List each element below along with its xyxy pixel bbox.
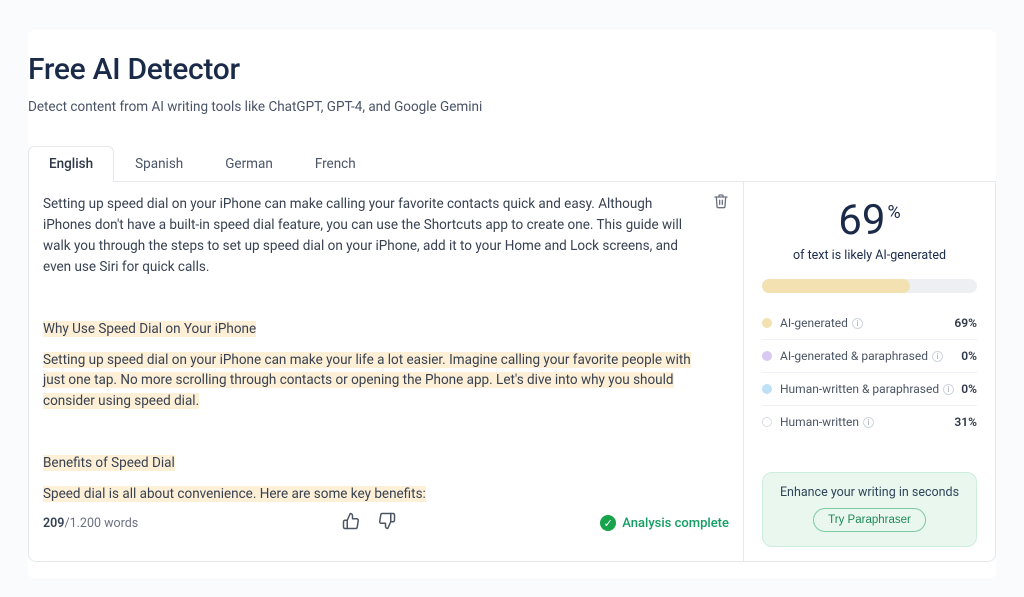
tab-french[interactable]: French	[294, 146, 377, 182]
legend-label: AI-generated & paraphrasedi	[780, 349, 961, 363]
info-icon[interactable]: i	[932, 351, 943, 362]
analysis-status: ✓ Analysis complete	[600, 515, 729, 531]
editor-paragraph: Benefits of Speed Dial	[43, 453, 703, 474]
legend-dot	[762, 318, 772, 328]
editor-paragraph: Setting up speed dial on your iPhone can…	[43, 194, 703, 278]
legend-row: AI-generatedi69%	[762, 307, 977, 340]
tab-spanish[interactable]: Spanish	[114, 146, 204, 182]
thumbs-down-icon	[378, 512, 396, 534]
legend-value: 0%	[961, 382, 977, 396]
thumbs-up-button[interactable]	[340, 512, 362, 534]
score-bar-fill	[762, 279, 910, 293]
try-paraphraser-button[interactable]: Try Paraphraser	[813, 508, 926, 532]
page-subtitle: Detect content from AI writing tools lik…	[28, 99, 996, 115]
score-legend: AI-generatedi69%AI-generated & paraphras…	[762, 307, 977, 438]
legend-row: Human-writteni31%	[762, 406, 977, 438]
trash-icon	[713, 193, 729, 216]
thumbs-down-button[interactable]	[376, 512, 398, 534]
ai-score: 69% of text is likely AI-generated	[762, 200, 977, 263]
legend-label: AI-generatedi	[780, 316, 954, 330]
check-circle-icon: ✓	[600, 515, 616, 531]
info-icon[interactable]: i	[852, 318, 863, 329]
thumbs-up-icon	[342, 512, 360, 534]
legend-value: 31%	[954, 415, 977, 429]
paraphraser-cta: Enhance your writing in seconds Try Para…	[762, 472, 977, 547]
editor-textarea[interactable]: Setting up speed dial on your iPhone can…	[29, 182, 743, 502]
tab-german[interactable]: German	[204, 146, 294, 182]
score-bar	[762, 279, 977, 293]
clear-text-button[interactable]	[711, 194, 731, 214]
legend-value: 69%	[954, 316, 977, 330]
legend-label: Human-written & paraphrasedi	[780, 382, 961, 396]
editor-paragraph: Setting up speed dial on your iPhone can…	[43, 350, 703, 413]
legend-label: Human-writteni	[780, 415, 954, 429]
info-icon[interactable]: i	[943, 384, 954, 395]
word-count: 209/1.200 words	[43, 516, 138, 531]
page-title: Free AI Detector	[28, 52, 996, 87]
tab-english[interactable]: English	[28, 146, 114, 182]
legend-dot	[762, 351, 772, 361]
editor-paragraph: Why Use Speed Dial on Your iPhone	[43, 319, 703, 340]
legend-dot	[762, 417, 772, 427]
cta-text: Enhance your writing in seconds	[773, 485, 966, 500]
language-tabs: EnglishSpanishGermanFrench	[28, 145, 996, 182]
legend-value: 0%	[961, 349, 977, 363]
legend-dot	[762, 384, 772, 394]
legend-row: Human-written & paraphrasedi0%	[762, 373, 977, 406]
editor-paragraph: Speed dial is all about convenience. Her…	[43, 484, 703, 502]
legend-row: AI-generated & paraphrasedi0%	[762, 340, 977, 373]
info-icon[interactable]: i	[863, 417, 874, 428]
